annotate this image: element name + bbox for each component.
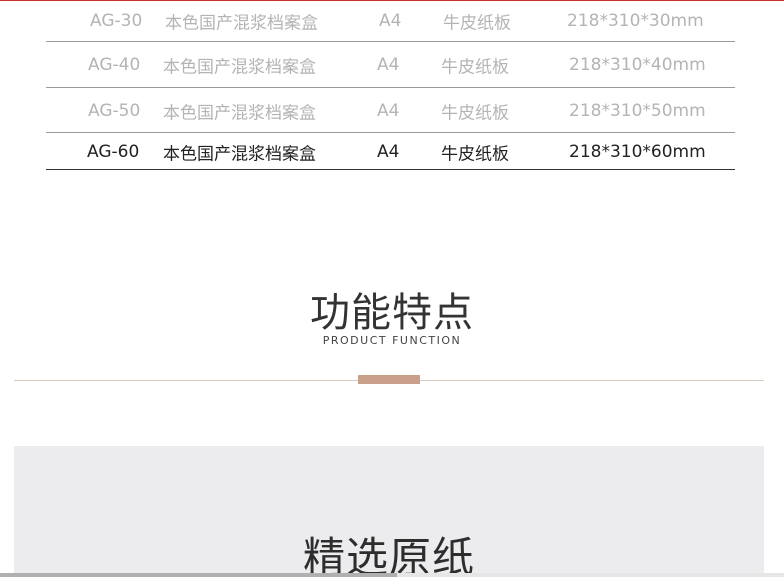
table-row: AG-50 本色国产混浆档案盒 A4 牛皮纸板 218*310*50mm xyxy=(46,88,735,133)
model-cell: AG-40 xyxy=(88,55,141,75)
features-subtitle: PRODUCT FUNCTION xyxy=(322,334,462,347)
name-cell: 本色国产混浆档案盒 xyxy=(163,57,316,78)
size-cell: A4 xyxy=(377,55,400,75)
model-cell: AG-30 xyxy=(90,11,143,31)
name-cell: 本色国产混浆档案盒 xyxy=(163,103,316,123)
model-cell: AG-50 xyxy=(88,100,141,121)
horizontal-scrollbar[interactable] xyxy=(0,573,784,577)
material-cell: 牛皮纸板 xyxy=(443,13,511,34)
model-cell: AG-60 xyxy=(87,141,140,162)
divider-accent-bar xyxy=(358,375,420,384)
material-cell: 牛皮纸板 xyxy=(441,57,509,78)
name-cell: 本色国产混浆档案盒 xyxy=(163,144,316,164)
row-divider xyxy=(46,169,735,170)
paper-section-panel: 精选原纸 xyxy=(14,446,764,582)
table-row: AG-40 本色国产混浆档案盒 A4 牛皮纸板 218*310*40mm xyxy=(46,42,735,88)
features-title: 功能特点 xyxy=(310,290,474,336)
table-row: AG-60 本色国产混浆档案盒 A4 牛皮纸板 218*310*60mm xyxy=(46,133,735,170)
dimensions-cell: 218*310*40mm xyxy=(569,55,706,75)
material-cell: 牛皮纸板 xyxy=(441,144,509,164)
spec-table: AG-30 本色国产混浆档案盒 A4 牛皮纸板 218*310*30mm AG-… xyxy=(46,0,735,170)
table-row: AG-30 本色国产混浆档案盒 A4 牛皮纸板 218*310*30mm xyxy=(46,0,735,42)
size-cell: A4 xyxy=(377,100,400,121)
dimensions-cell: 218*310*60mm xyxy=(569,141,706,162)
dimensions-cell: 218*310*50mm xyxy=(569,100,706,121)
name-cell: 本色国产混浆档案盒 xyxy=(165,13,318,34)
dimensions-cell: 218*310*30mm xyxy=(567,11,704,31)
scrollbar-thumb[interactable] xyxy=(0,573,397,577)
size-cell: A4 xyxy=(379,11,402,31)
material-cell: 牛皮纸板 xyxy=(441,103,509,123)
size-cell: A4 xyxy=(377,141,400,162)
